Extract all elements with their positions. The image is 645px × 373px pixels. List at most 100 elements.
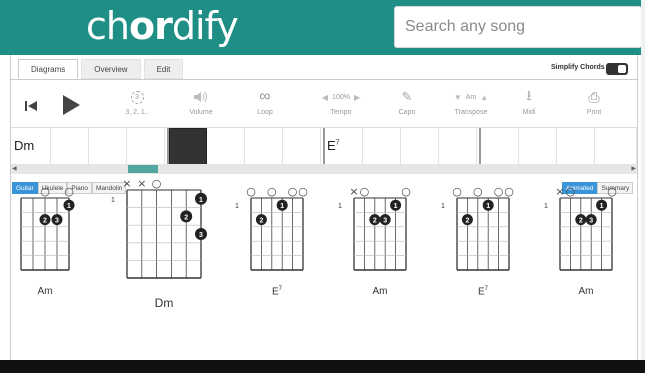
- capo-button[interactable]: ✎ Capo: [387, 89, 427, 116]
- fret-number: 1: [235, 203, 239, 211]
- player-card: Diagrams Overview Edit Simplify Chords 3…: [10, 55, 638, 360]
- simplify-chords-toggle[interactable]: [606, 63, 628, 75]
- midi-label: Midi: [522, 109, 536, 116]
- finger-number: 2: [43, 218, 47, 225]
- chordify-logo[interactable]: chordify: [86, 4, 239, 48]
- open-string-icon: ○: [64, 185, 74, 198]
- beat-cell[interactable]: [283, 128, 321, 166]
- beat-cell[interactable]: [519, 128, 557, 166]
- current-beat-cell[interactable]: [169, 128, 207, 166]
- finger-number: 2: [184, 214, 188, 221]
- beat-cell[interactable]: [439, 128, 477, 166]
- chord-diagram[interactable]: ○ ○ 2 3 1: [9, 185, 77, 283]
- page-edge: [641, 0, 645, 373]
- chord-grid: × × ○ 1 2 3: [122, 177, 207, 279]
- tempo-value: 100%: [332, 93, 350, 101]
- bar-line: [479, 128, 481, 166]
- open-string-icon: ○: [401, 185, 411, 198]
- muted-string-icon: ×: [555, 185, 564, 198]
- chord-diagram[interactable]: × × ○ 1 2 3 1: [111, 177, 209, 291]
- open-string-icon: ○: [494, 185, 504, 198]
- muted-string-icon: ×: [137, 177, 146, 190]
- chord-diagram[interactable]: × ○ ○ 2 3 1 1: [544, 185, 620, 283]
- scroll-right-icon[interactable]: ▶: [631, 165, 636, 172]
- loop-button[interactable]: ∞ Loop: [245, 88, 285, 116]
- view-tabs: Diagrams Overview Edit: [18, 59, 184, 79]
- beat-cell[interactable]: [557, 128, 595, 166]
- chord-name: Dm: [154, 296, 174, 310]
- tempo-label: Tempo: [330, 109, 352, 116]
- finger-number: 1: [280, 203, 284, 210]
- bar-line: [167, 128, 169, 166]
- tab-diagrams[interactable]: Diagrams: [18, 59, 79, 79]
- fret-number: 1: [544, 203, 548, 211]
- chord-name: Am: [37, 286, 53, 297]
- loop-icon: ∞: [259, 88, 271, 105]
- chord-grid: ○ ○ ○ ○21: [246, 185, 308, 271]
- chord-diagram[interactable]: × ○ ○ 2 3 1 1: [338, 185, 414, 283]
- chord-diagram[interactable]: ○ ○ ○ ○ 2 1 1: [441, 185, 517, 283]
- finger-number: 2: [373, 218, 377, 225]
- tab-divider: [11, 79, 637, 80]
- finger-number: 1: [394, 203, 398, 210]
- midi-button[interactable]: ⭳ Midi: [509, 87, 549, 116]
- previous-icon[interactable]: [25, 101, 37, 111]
- beat-cell[interactable]: [401, 128, 439, 166]
- play-icon[interactable]: [63, 95, 80, 115]
- search-input[interactable]: [395, 7, 641, 47]
- muted-string-icon: ×: [349, 185, 358, 198]
- volume-icon: [194, 91, 207, 103]
- beat-cell[interactable]: [363, 128, 401, 166]
- tab-edit[interactable]: Edit: [143, 59, 184, 79]
- print-button[interactable]: ⎙ Print: [574, 89, 614, 117]
- scrollbar-thumb[interactable]: [128, 165, 158, 173]
- finger-number: 3: [55, 218, 59, 225]
- open-string-icon: ○: [288, 185, 298, 198]
- search-box[interactable]: [394, 6, 642, 48]
- beat-cell[interactable]: [207, 128, 245, 166]
- open-string-icon: ○: [607, 185, 617, 198]
- countdown-button[interactable]: 3 3, 2, 1..: [117, 89, 157, 116]
- transpose-control[interactable]: ▼ Am ▲ Transpose: [441, 89, 501, 117]
- open-string-icon: ○: [267, 185, 277, 198]
- countdown-label: 3, 2, 1..: [125, 109, 149, 116]
- midi-icon: ⭳: [526, 87, 532, 103]
- open-string-icon: ○: [152, 177, 162, 190]
- finger-number: 3: [199, 232, 203, 239]
- chord-diagram[interactable]: ○ ○ ○ ○ 2 1 1: [235, 185, 311, 283]
- capo-icon: ✎: [401, 89, 413, 104]
- beat-cell[interactable]: [481, 128, 519, 166]
- chord-timeline[interactable]: Dm E7: [11, 127, 637, 166]
- beat-cell[interactable]: [127, 128, 165, 166]
- beat-cell[interactable]: [595, 128, 637, 166]
- transpose-down-icon[interactable]: ▼: [454, 93, 462, 102]
- chord-grid: ○ ○ ○ ○21: [452, 185, 514, 271]
- volume-label: Volume: [189, 109, 213, 116]
- tempo-up-icon[interactable]: ▶: [354, 93, 360, 102]
- transpose-label: Transpose: [454, 109, 488, 116]
- fret-number: 1: [338, 203, 342, 211]
- timeline-scrollbar[interactable]: ◀ ▶: [11, 164, 637, 174]
- finger-number: 1: [199, 197, 203, 204]
- open-string-icon: ○: [504, 185, 514, 198]
- beat-cell[interactable]: [51, 128, 89, 166]
- tab-overview[interactable]: Overview: [81, 59, 141, 79]
- timeline-chord-label: E7: [327, 138, 340, 153]
- volume-button[interactable]: Volume: [181, 89, 221, 116]
- chord-grid: × ○ ○2 31: [555, 185, 617, 271]
- tempo-control[interactable]: ◀ 100% ▶ Tempo: [311, 89, 371, 117]
- loop-label: Loop: [257, 109, 273, 116]
- capo-label: Capo: [398, 109, 416, 116]
- transpose-up-icon[interactable]: ▲: [480, 93, 488, 102]
- finger-number: 3: [383, 218, 387, 225]
- chord-name: E7: [271, 286, 282, 298]
- chord-grid: × ○ ○2 31: [349, 185, 411, 271]
- beat-cell[interactable]: [245, 128, 283, 166]
- open-string-icon: ○: [360, 185, 370, 198]
- beat-cell[interactable]: [89, 128, 127, 166]
- open-string-icon: ○: [298, 185, 308, 198]
- tempo-down-icon[interactable]: ◀: [322, 93, 328, 102]
- fret-number: 1: [111, 196, 115, 204]
- scroll-left-icon[interactable]: ◀: [12, 165, 17, 172]
- open-string-icon: ○: [473, 185, 483, 198]
